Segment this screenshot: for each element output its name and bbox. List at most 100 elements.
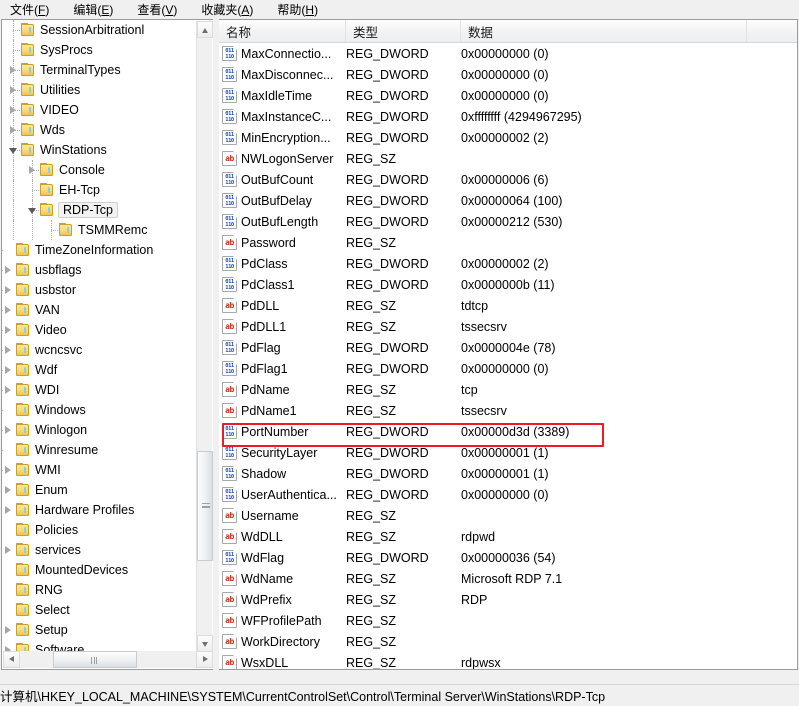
values-list[interactable]: 011 110 MaxConnectio... REG_DWORD 0x00000000… (219, 43, 797, 669)
tree-item-console[interactable]: Console (2, 160, 197, 180)
expand-arrow-closed-icon[interactable] (2, 500, 15, 520)
table-row[interactable]: 011 110 PdClass1 REG_DWORD 0x0000000b (11) (219, 274, 797, 295)
tree-item-enum[interactable]: Enum (2, 480, 197, 500)
expand-arrow-closed-icon[interactable] (2, 420, 15, 440)
tree-scroll-right-button[interactable] (196, 651, 213, 668)
table-row[interactable]: 011 110 PortNumber REG_DWORD 0x00000d3d (338… (219, 421, 797, 442)
expand-arrow-closed-icon[interactable] (7, 120, 20, 140)
tree-item-rdp-tcp[interactable]: RDP-Tcp (2, 200, 197, 220)
table-row[interactable]: 011 110 PdFlag1 REG_DWORD 0x00000000 (0) (219, 358, 797, 379)
tree-vertical-scroll-thumb[interactable] (197, 451, 213, 561)
table-row[interactable]: 011 110 SecurityLayer REG_DWORD 0x00000001 (… (219, 442, 797, 463)
table-row[interactable]: ab WsxDLL REG_SZ rdpwsx (219, 652, 797, 669)
expand-arrow-closed-icon[interactable] (2, 460, 15, 480)
table-row[interactable]: 011 110 MaxConnectio... REG_DWORD 0x00000000… (219, 43, 797, 64)
tree-item-wdf[interactable]: Wdf (2, 360, 197, 380)
expand-arrow-closed-icon[interactable] (7, 80, 20, 100)
table-row[interactable]: ab WFProfilePath REG_SZ (219, 610, 797, 631)
tree-item-mounteddevices[interactable]: MountedDevices (2, 560, 197, 580)
expand-arrow-closed-icon[interactable] (7, 60, 20, 80)
registry-values-pane[interactable]: 名称 类型 数据 011 110 MaxConnectio... REG_DWORD 0… (219, 19, 798, 670)
table-row[interactable]: 011 110 MaxInstanceC... REG_DWORD 0xffffffff… (219, 106, 797, 127)
expand-arrow-closed-icon[interactable] (7, 100, 20, 120)
expand-arrow-closed-icon[interactable] (2, 320, 15, 340)
tree-item-wmi[interactable]: WMI (2, 460, 197, 480)
tree-item-winstations[interactable]: WinStations (2, 140, 197, 160)
tree-item-video[interactable]: Video (2, 320, 197, 340)
table-row[interactable]: 011 110 OutBufLength REG_DWORD 0x00000212 (5… (219, 211, 797, 232)
tree-item-terminaltypes[interactable]: TerminalTypes (2, 60, 197, 80)
tree-item-wdi[interactable]: WDI (2, 380, 197, 400)
table-row[interactable]: ab PdName REG_SZ tcp (219, 379, 797, 400)
tree-horizontal-scroll-track[interactable] (20, 651, 196, 668)
tree-scroll-up-button[interactable] (197, 21, 213, 38)
tree-item-video[interactable]: VIDEO (2, 100, 197, 120)
table-row[interactable]: 011 110 PdFlag REG_DWORD 0x0000004e (78) (219, 337, 797, 358)
expand-arrow-open-icon[interactable] (26, 200, 39, 220)
tree-item-select[interactable]: Select (2, 600, 197, 620)
tree-item-services[interactable]: services (2, 540, 197, 560)
table-row[interactable]: ab WdPrefix REG_SZ RDP (219, 589, 797, 610)
tree-item-timezoneinformation[interactable]: TimeZoneInformation (2, 240, 197, 260)
expand-arrow-closed-icon[interactable] (2, 640, 15, 651)
tree-item-wds[interactable]: Wds (2, 120, 197, 140)
table-row[interactable]: ab WorkDirectory REG_SZ (219, 631, 797, 652)
table-row[interactable]: 011 110 MaxDisconnec... REG_DWORD 0x00000000… (219, 64, 797, 85)
table-row[interactable]: 011 110 OutBufDelay REG_DWORD 0x00000064 (10… (219, 190, 797, 211)
table-row[interactable]: ab WdName REG_SZ Microsoft RDP 7.1 (219, 568, 797, 589)
tree-horizontal-scroll-thumb[interactable] (53, 651, 137, 668)
registry-tree-pane[interactable]: SessionArbitrationl SysProcs TerminalTypes… (1, 19, 213, 670)
tree-item-utilities[interactable]: Utilities (2, 80, 197, 100)
tree-vertical-scrollbar[interactable] (196, 21, 213, 652)
tree-item-software[interactable]: Software (2, 640, 197, 651)
table-row[interactable]: 011 110 WdFlag REG_DWORD 0x00000036 (54) (219, 547, 797, 568)
expand-arrow-closed-icon[interactable] (2, 360, 15, 380)
expand-arrow-closed-icon[interactable] (2, 480, 15, 500)
values-column-header[interactable]: 名称 类型 数据 (219, 20, 797, 43)
expand-arrow-open-icon[interactable] (7, 140, 20, 160)
tree-item-eh-tcp[interactable]: EH-Tcp (2, 180, 197, 200)
expand-arrow-closed-icon[interactable] (2, 620, 15, 640)
menu-item-3[interactable]: 查看(V) (135, 0, 187, 19)
table-row[interactable]: 011 110 Shadow REG_DWORD 0x00000001 (1) (219, 463, 797, 484)
table-row[interactable]: ab Username REG_SZ (219, 505, 797, 526)
table-row[interactable]: ab NWLogonServer REG_SZ (219, 148, 797, 169)
tree-item-winlogon[interactable]: Winlogon (2, 420, 197, 440)
table-row[interactable]: ab PdDLL1 REG_SZ tssecsrv (219, 316, 797, 337)
expand-arrow-closed-icon[interactable] (2, 340, 15, 360)
table-row[interactable]: 011 110 MinEncryption... REG_DWORD 0x0000000… (219, 127, 797, 148)
menu-item-1[interactable]: 文件(F) (8, 0, 59, 19)
tree-scroll-down-button[interactable] (197, 635, 213, 652)
tree-item-winresume[interactable]: Winresume (2, 440, 197, 460)
expand-arrow-closed-icon[interactable] (2, 280, 15, 300)
tree-item-van[interactable]: VAN (2, 300, 197, 320)
expand-arrow-closed-icon[interactable] (2, 380, 15, 400)
tree-item-windows[interactable]: Windows (2, 400, 197, 420)
menu-item-4[interactable]: 收藏夹(A) (199, 0, 263, 19)
table-row[interactable]: ab PdDLL REG_SZ tdtcp (219, 295, 797, 316)
registry-tree-list[interactable]: SessionArbitrationl SysProcs TerminalTypes… (2, 20, 197, 651)
tree-item-rng[interactable]: RNG (2, 580, 197, 600)
tree-item-usbflags[interactable]: usbflags (2, 260, 197, 280)
tree-horizontal-scrollbar[interactable] (3, 651, 213, 668)
tree-item-sessionarbitrationl[interactable]: SessionArbitrationl (2, 20, 197, 40)
tree-item-usbstor[interactable]: usbstor (2, 280, 197, 300)
tree-item-tsmmremc[interactable]: TSMMRemc (2, 220, 197, 240)
table-row[interactable]: ab WdDLL REG_SZ rdpwd (219, 526, 797, 547)
table-row[interactable]: 011 110 PdClass REG_DWORD 0x00000002 (2) (219, 253, 797, 274)
tree-item-hardware-profiles[interactable]: Hardware Profiles (2, 500, 197, 520)
tree-item-setup[interactable]: Setup (2, 620, 197, 640)
tree-item-wcncsvc[interactable]: wcncsvc (2, 340, 197, 360)
tree-item-policies[interactable]: Policies (2, 520, 197, 540)
tree-scroll-left-button[interactable] (3, 651, 20, 668)
table-row[interactable]: 011 110 UserAuthentica... REG_DWORD 0x000000… (219, 484, 797, 505)
column-header-data[interactable]: 数据 (461, 20, 747, 42)
expand-arrow-closed-icon[interactable] (26, 160, 39, 180)
table-row[interactable]: ab Password REG_SZ (219, 232, 797, 253)
menu-item-2[interactable]: 编辑(E) (71, 0, 123, 19)
menu-item-5[interactable]: 帮助(H) (275, 0, 328, 19)
table-row[interactable]: 011 110 OutBufCount REG_DWORD 0x00000006 (6) (219, 169, 797, 190)
table-row[interactable]: 011 110 MaxIdleTime REG_DWORD 0x00000000 (0) (219, 85, 797, 106)
expand-arrow-closed-icon[interactable] (2, 260, 15, 280)
tree-item-sysprocs[interactable]: SysProcs (2, 40, 197, 60)
